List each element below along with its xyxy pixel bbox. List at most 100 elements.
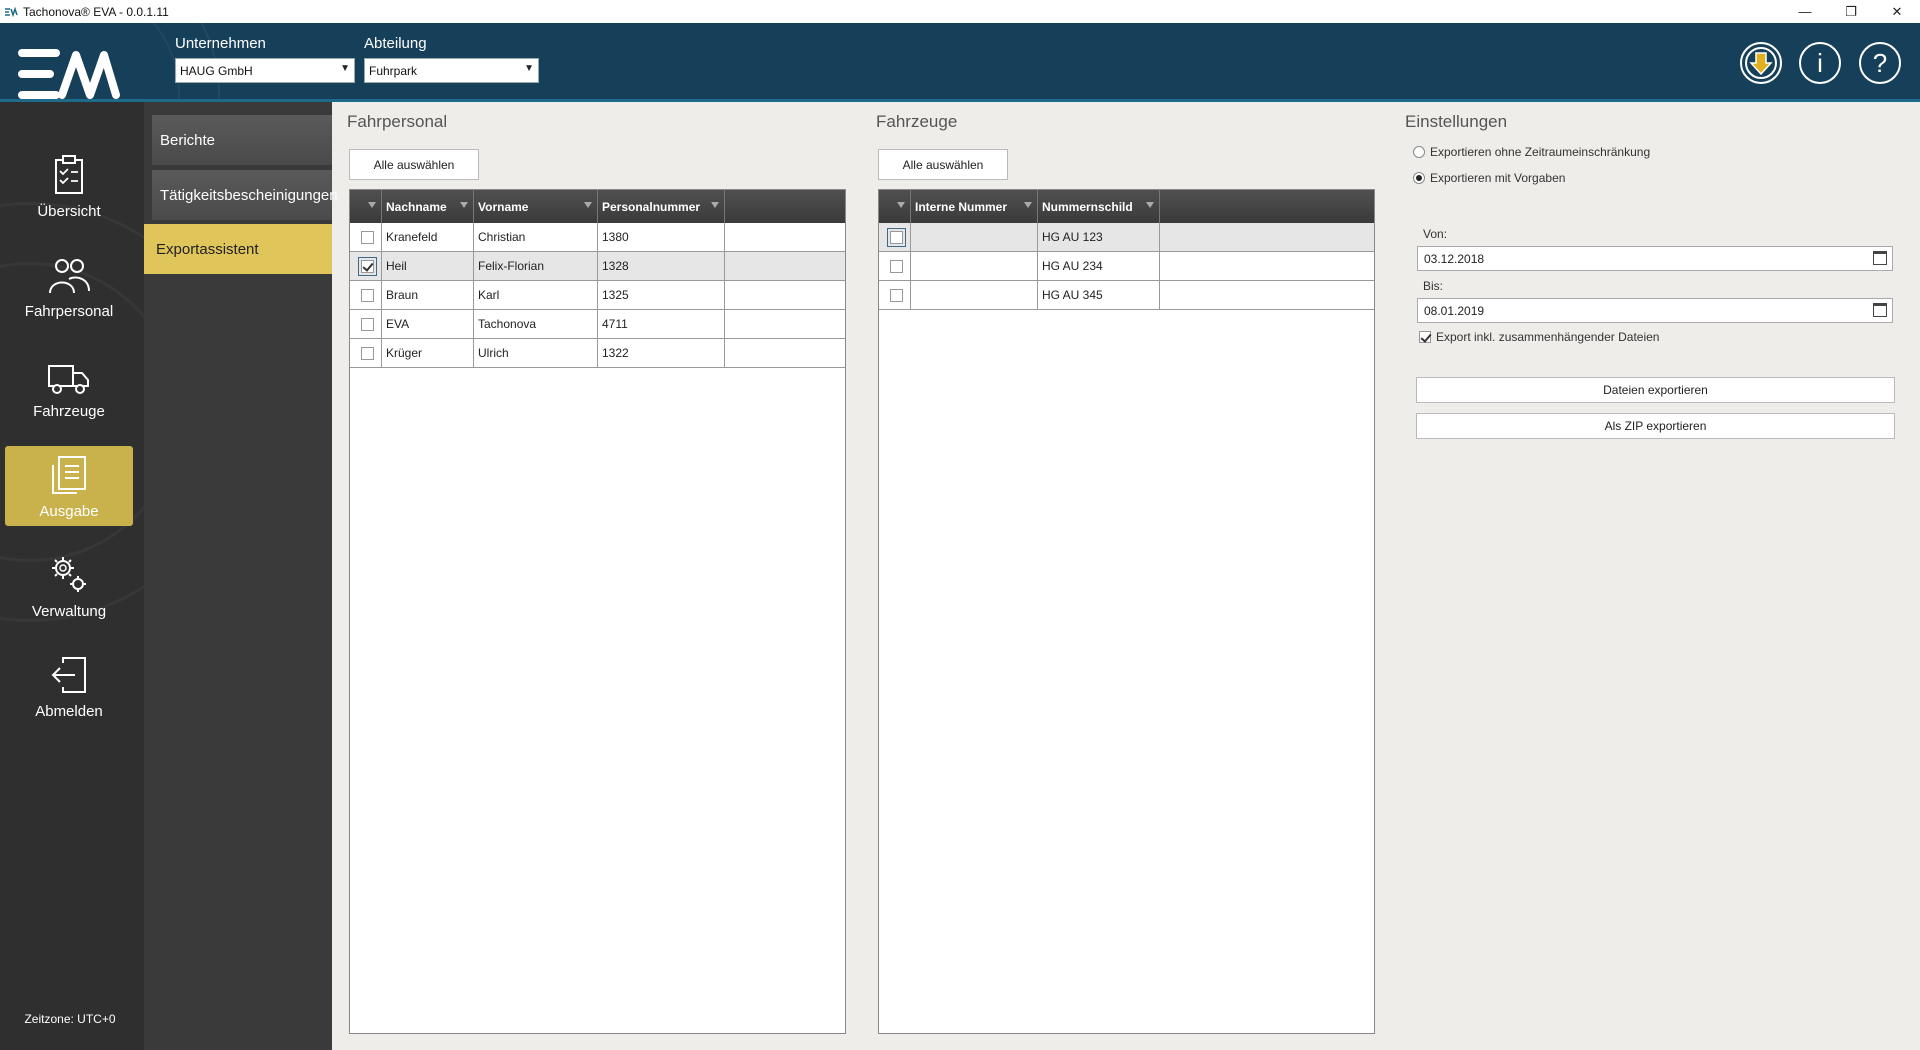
nav-item-fahrzeuge[interactable]: Fahrzeuge bbox=[5, 346, 133, 426]
subnav-item-taetigkeitsbescheinigungen[interactable]: Tätigkeitsbescheinigungen bbox=[152, 170, 338, 220]
include-related-checkbox[interactable] bbox=[1419, 331, 1431, 343]
export-zip-button[interactable]: Als ZIP exportieren bbox=[1416, 413, 1895, 439]
personnel-grid-header: Nachname Vorname Personalnummer bbox=[350, 190, 845, 223]
timezone-label: Zeitzone: UTC+0 bbox=[24, 1012, 116, 1026]
row-checkbox[interactable] bbox=[361, 346, 374, 360]
cell-personalnummer: 4711 bbox=[598, 310, 725, 338]
radio-with-defaults-label: Exportieren mit Vorgaben bbox=[1430, 171, 1566, 185]
vehicles-select-all-button[interactable]: Alle auswählen bbox=[878, 149, 1008, 180]
column-header-nummernschild[interactable]: Nummernschild bbox=[1038, 190, 1160, 223]
nav-item-ausgabe[interactable]: Ausgabe bbox=[5, 446, 133, 526]
filter-icon bbox=[1146, 202, 1154, 208]
nav-item-label: Fahrpersonal bbox=[24, 303, 114, 320]
nav-item-fahrpersonal[interactable]: Fahrpersonal bbox=[5, 246, 133, 326]
cell-interne-nummer bbox=[911, 223, 1038, 251]
column-header-personalnummer[interactable]: Personalnummer bbox=[598, 190, 725, 223]
nav-item-verwaltung[interactable]: Verwaltung bbox=[5, 546, 133, 626]
nav-item-uebersicht[interactable]: Übersicht bbox=[5, 146, 133, 226]
radio-no-range[interactable]: Exportieren ohne Zeitraumeinschränkung bbox=[1413, 145, 1650, 159]
cell-personalnummer: 1380 bbox=[598, 223, 725, 251]
cell-nachname: Krüger bbox=[382, 339, 474, 367]
cell-nachname: Braun bbox=[382, 281, 474, 309]
vehicles-title: Fahrzeuge bbox=[876, 112, 958, 131]
vehicles-grid: Interne Nummer Nummernschild HG AU 123 H… bbox=[878, 189, 1375, 1034]
calendar-icon[interactable] bbox=[1873, 303, 1887, 317]
cell-vorname: Felix-Florian bbox=[474, 252, 598, 280]
cell-nummernschild: HG AU 234 bbox=[1038, 252, 1160, 280]
row-checkbox[interactable] bbox=[890, 259, 903, 273]
personnel-grid: Nachname Vorname Personalnummer Kranefel… bbox=[349, 189, 846, 1034]
cell-nummernschild: HG AU 123 bbox=[1038, 223, 1160, 251]
include-related-checkbox-row[interactable]: Export inkl. zusammenhängender Dateien bbox=[1419, 330, 1659, 344]
table-row[interactable]: HG AU 234 bbox=[879, 252, 1374, 281]
from-label: Von: bbox=[1423, 227, 1448, 241]
row-checkbox[interactable] bbox=[358, 256, 377, 276]
eva-logo-icon bbox=[18, 49, 120, 99]
table-row[interactable]: Braun Karl 1325 bbox=[350, 281, 845, 310]
minimize-button[interactable]: — bbox=[1782, 0, 1828, 23]
radio-button[interactable] bbox=[1413, 172, 1425, 184]
from-date-input[interactable]: 03.12.2018 bbox=[1417, 246, 1893, 271]
download-icon[interactable] bbox=[1740, 42, 1782, 84]
cell-nachname: EVA bbox=[382, 310, 474, 338]
settings-title: Einstellungen bbox=[1405, 112, 1508, 131]
department-value: Fuhrpark bbox=[369, 64, 418, 78]
row-checkbox[interactable] bbox=[361, 317, 374, 331]
table-row[interactable]: Heil Felix-Florian 1328 bbox=[350, 252, 845, 281]
include-related-label: Export inkl. zusammenhängender Dateien bbox=[1436, 330, 1660, 344]
column-header-interne-nummer[interactable]: Interne Nummer bbox=[911, 190, 1038, 223]
radio-button[interactable] bbox=[1413, 146, 1425, 158]
people-icon bbox=[49, 259, 90, 294]
table-row[interactable]: EVA Tachonova 4711 bbox=[350, 310, 845, 339]
filter-icon bbox=[584, 202, 592, 208]
document-icon bbox=[52, 456, 86, 494]
checkbox-column-header[interactable] bbox=[879, 190, 911, 223]
row-checkbox[interactable] bbox=[361, 288, 374, 302]
table-row[interactable]: HG AU 123 bbox=[879, 223, 1374, 252]
cell-nachname: Heil bbox=[382, 252, 474, 280]
nav-item-label: Übersicht bbox=[37, 203, 101, 220]
company-value: HAUG GmbH bbox=[180, 64, 253, 78]
nav-item-label: Fahrzeuge bbox=[33, 403, 105, 420]
close-button[interactable]: ✕ bbox=[1874, 0, 1920, 23]
info-icon[interactable]: i bbox=[1799, 42, 1841, 84]
from-date-value: 03.12.2018 bbox=[1424, 252, 1485, 266]
cell-vorname: Christian bbox=[474, 223, 598, 251]
logout-icon bbox=[51, 657, 86, 693]
chevron-down-icon: ▼ bbox=[524, 63, 534, 74]
calendar-icon[interactable] bbox=[1873, 251, 1887, 265]
row-checkbox[interactable] bbox=[361, 230, 374, 244]
export-files-button[interactable]: Dateien exportieren bbox=[1416, 377, 1895, 403]
help-icon[interactable]: ? bbox=[1859, 42, 1901, 84]
column-header-nachname[interactable]: Nachname bbox=[382, 190, 474, 223]
filter-icon bbox=[897, 202, 905, 208]
company-select[interactable]: HAUG GmbH ▼ bbox=[175, 58, 355, 83]
nav-item-abmelden[interactable]: Abmelden bbox=[5, 646, 133, 726]
department-select[interactable]: Fuhrpark ▼ bbox=[364, 58, 539, 83]
nav-item-label: Ausgabe bbox=[39, 503, 99, 520]
subnav-item-berichte[interactable]: Berichte bbox=[152, 115, 332, 165]
vehicles-grid-header: Interne Nummer Nummernschild bbox=[879, 190, 1374, 223]
nav-item-label: Abmelden bbox=[35, 703, 103, 720]
cell-nachname: Kranefeld bbox=[382, 223, 474, 251]
table-row[interactable]: Krüger Ulrich 1322 bbox=[350, 339, 845, 368]
to-date-value: 08.01.2019 bbox=[1424, 304, 1485, 318]
company-field: Unternehmen HAUG GmbH ▼ bbox=[175, 35, 355, 83]
subnav-item-exportassistent[interactable]: Exportassistent bbox=[144, 224, 332, 274]
table-row[interactable]: Kranefeld Christian 1380 bbox=[350, 223, 845, 252]
row-checkbox[interactable] bbox=[887, 227, 906, 247]
radio-no-range-label: Exportieren ohne Zeitraumeinschränkung bbox=[1430, 145, 1651, 159]
column-header-vorname[interactable]: Vorname bbox=[474, 190, 598, 223]
personnel-select-all-button[interactable]: Alle auswählen bbox=[349, 149, 479, 180]
radio-with-defaults[interactable]: Exportieren mit Vorgaben bbox=[1413, 171, 1565, 185]
app-mini-logo-icon bbox=[5, 6, 18, 17]
checkbox-column-header[interactable] bbox=[350, 190, 382, 223]
cell-vorname: Tachonova bbox=[474, 310, 598, 338]
to-date-input[interactable]: 08.01.2019 bbox=[1417, 298, 1893, 323]
clipboard-icon bbox=[55, 155, 83, 194]
filter-icon bbox=[460, 202, 468, 208]
row-checkbox[interactable] bbox=[890, 288, 903, 302]
restore-button[interactable]: ❐ bbox=[1828, 0, 1874, 23]
truck-icon bbox=[48, 365, 89, 394]
table-row[interactable]: HG AU 345 bbox=[879, 281, 1374, 310]
